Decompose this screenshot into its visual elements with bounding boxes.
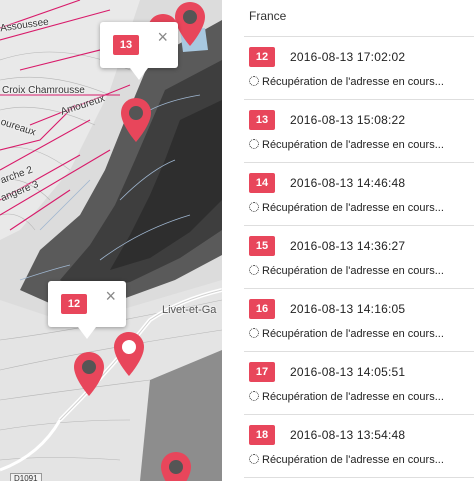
loading-spinner-icon [249, 265, 259, 275]
entry-status: Récupération de l'adresse en cours... [262, 391, 444, 403]
entry-status: Récupération de l'adresse en cours... [262, 76, 444, 88]
loading-spinner-icon [249, 76, 259, 86]
list-item[interactable]: 14 2016-08-13 14:46:48 Récupération de l… [244, 163, 474, 226]
map-pin-icon [121, 98, 151, 142]
map-pin-icon [175, 2, 205, 46]
loading-spinner-icon [249, 454, 259, 464]
entry-badge: 15 [249, 236, 275, 256]
map-marker[interactable] [112, 330, 146, 378]
close-icon[interactable]: × [157, 28, 168, 46]
list-item[interactable]: 13 2016-08-13 15:08:22 Récupération de l… [244, 100, 474, 163]
close-icon[interactable]: × [105, 287, 116, 305]
list-item[interactable]: 16 2016-08-13 14:16:05 Récupération de l… [244, 289, 474, 352]
map-pin-icon [114, 332, 144, 376]
entry-datetime: 2016-08-13 14:36:27 [290, 239, 406, 253]
list-item[interactable]: 12 2016-08-13 17:02:02 Récupération de l… [244, 37, 474, 100]
map-label-croix-chamrousse: Croix Chamrousse [2, 85, 85, 96]
loading-spinner-icon [249, 391, 259, 401]
entry-datetime: 2016-08-13 13:54:48 [290, 428, 406, 442]
entry-status: Récupération de l'adresse en cours... [262, 328, 444, 340]
entry-status: Récupération de l'adresse en cours... [262, 139, 444, 151]
loading-spinner-icon [249, 202, 259, 212]
entry-datetime: 2016-08-13 17:02:02 [290, 50, 406, 64]
entry-datetime: 2016-08-13 14:46:48 [290, 176, 406, 190]
map-marker[interactable] [173, 0, 207, 48]
entry-status: Récupération de l'adresse en cours... [262, 265, 444, 277]
entry-badge: 16 [249, 299, 275, 319]
list-item[interactable]: 15 2016-08-13 14:36:27 Récupération de l… [244, 226, 474, 289]
list-item[interactable]: 17 2016-08-13 14:05:51 Récupération de l… [244, 352, 474, 415]
entry-status: Récupération de l'adresse en cours... [262, 202, 444, 214]
terrain-layer [0, 0, 222, 481]
position-list[interactable]: France 12 2016-08-13 17:02:02 Récupérati… [244, 0, 474, 481]
entry-badge: 14 [249, 173, 275, 193]
entry-badge: 18 [249, 425, 275, 445]
location-text: France [249, 9, 287, 23]
map-marker[interactable] [159, 450, 193, 481]
popup-badge: 13 [113, 35, 139, 55]
map-pin-icon [161, 452, 191, 481]
entry-datetime: 2016-08-13 14:16:05 [290, 302, 406, 316]
entry-badge: 13 [249, 110, 275, 130]
road-shield: D1091 [10, 473, 42, 481]
entry-badge: 17 [249, 362, 275, 382]
entry-badge: 12 [249, 47, 275, 67]
map-marker-13[interactable] [119, 96, 153, 144]
map-pin-icon [74, 352, 104, 396]
list-item-location[interactable]: France [244, 0, 474, 37]
map-marker-12[interactable] [72, 350, 106, 398]
loading-spinner-icon [249, 328, 259, 338]
entry-datetime: 2016-08-13 15:08:22 [290, 113, 406, 127]
loading-spinner-icon [249, 139, 259, 149]
map-label-livet: Livet-et-Ga [162, 304, 217, 316]
popup-badge: 12 [61, 294, 87, 314]
entry-status: Récupération de l'adresse en cours... [262, 454, 444, 466]
marker-popup-13: 13 × [100, 22, 178, 80]
list-item[interactable]: 18 2016-08-13 13:54:48 Récupération de l… [244, 415, 474, 478]
entry-datetime: 2016-08-13 14:05:51 [290, 365, 406, 379]
map-view[interactable]: Assoussee Croix Chamrousse Amoureux oure… [0, 0, 222, 481]
marker-popup-12: 12 × [48, 281, 126, 339]
